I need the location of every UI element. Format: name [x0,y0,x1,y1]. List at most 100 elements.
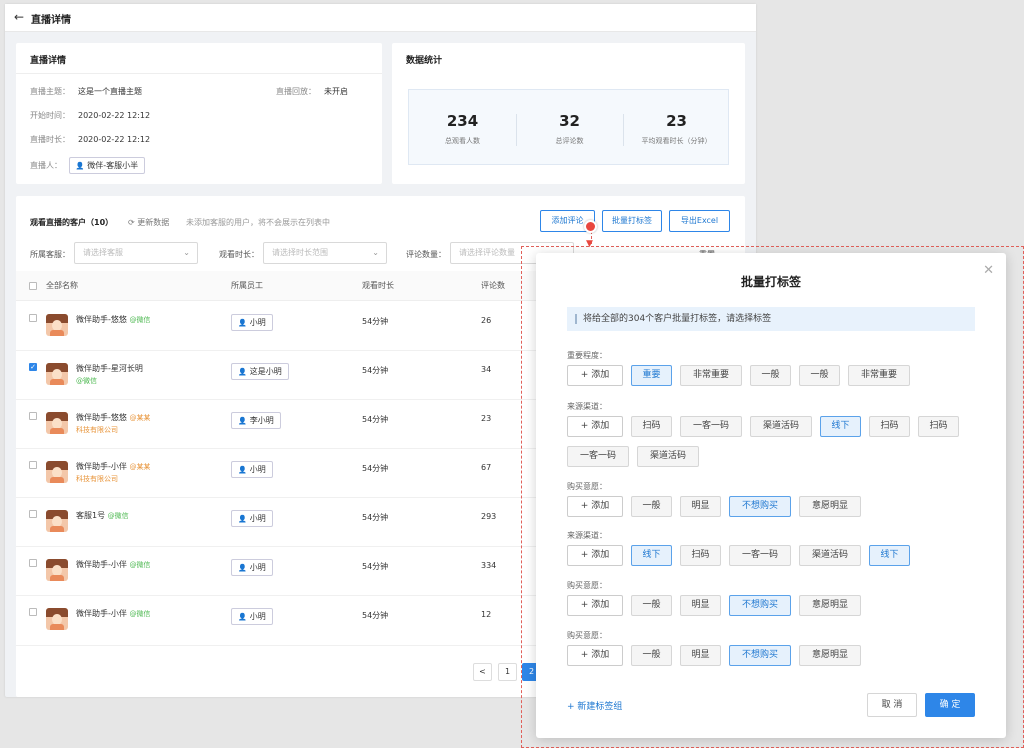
avatar [46,412,68,434]
tag-option[interactable]: 明显 [680,496,721,517]
watch-time: 54分钟 [362,366,389,375]
comment-count: 26 [481,316,492,325]
back-arrow-icon[interactable]: ← [14,10,24,24]
column-header-staff: 所属员工 [231,281,263,290]
staff-chip: 👤 李小明 [231,412,281,429]
watch-time: 54分钟 [362,611,389,620]
divider [16,73,382,74]
avatar [46,559,68,581]
replay-field: 直播回放： 未开启 [276,87,348,96]
customer-name: 微伴助手-小伴 @微信 [76,560,151,569]
avatar [46,510,68,532]
page-1-button[interactable]: 1 [498,663,517,681]
refresh-icon: ⟳ [128,218,135,227]
person-icon: 👤 [238,466,247,474]
select-all-checkbox[interactable] [29,282,37,290]
customer-name: 微伴助手-星河长明 @微信 [76,364,143,385]
person-icon: 👤 [238,319,247,327]
watch-time: 54分钟 [362,415,389,424]
tag-option[interactable]: 一般 [750,365,791,386]
tag-option[interactable]: 一客一码 [680,416,742,437]
avatar [46,608,68,630]
chevron-down-icon: ⌄ [372,248,379,257]
time-select[interactable]: 请选择时长范围 ⌄ [263,242,387,264]
tag-option[interactable]: 渠道活码 [750,416,812,437]
tag-option[interactable]: 意愿明显 [799,645,861,666]
row-checkbox[interactable] [29,314,37,322]
row-checkbox[interactable] [29,608,37,616]
column-header-comments: 评论数 [481,281,505,290]
customer-source-tag: @微信 [76,377,97,385]
confirm-button[interactable]: 确 定 [925,693,975,717]
person-icon: 👤 [75,162,85,170]
staff-chip: 👤 小明 [231,314,273,331]
annotation-arrow-icon: ▼ [586,239,593,249]
customer-source-tag: @微信 [129,610,151,618]
tag-option[interactable]: 扫码 [680,545,721,566]
tag-option[interactable]: 重要 [631,365,672,386]
tag-option[interactable]: 不想购买 [729,496,791,517]
comment-count: 334 [481,561,497,570]
add-tag-button[interactable]: + 添加 [567,416,623,437]
refresh-link[interactable]: ⟳ 更新数据 [128,217,169,228]
tag-option[interactable]: 明显 [680,645,721,666]
cancel-button[interactable]: 取 消 [867,693,917,717]
tag-option[interactable]: 扫码 [631,416,672,437]
comment-filter-label: 评论数量： [406,250,446,259]
stat-total-viewers: 234 总观看人数 [445,112,480,145]
tag-option[interactable]: 不想购买 [729,645,791,666]
row-checkbox[interactable] [29,461,37,469]
tag-option[interactable]: 扫码 [918,416,959,437]
tag-option[interactable]: 非常重要 [848,365,910,386]
stat-total-comments: 32 总评论数 [555,112,584,145]
row-checkbox[interactable]: ✓ [29,363,37,371]
comment-count: 293 [481,512,497,521]
staff-select[interactable]: 请选择客服 ⌄ [74,242,198,264]
person-icon: 👤 [238,368,247,376]
tag-option[interactable]: 线下 [820,416,861,437]
tag-option[interactable]: 渠道活码 [637,446,699,467]
tag-option[interactable]: 不想购买 [729,595,791,616]
batch-tag-button[interactable]: 批量打标签 [602,210,662,232]
add-tag-button[interactable]: + 添加 [567,365,623,386]
close-icon[interactable]: ✕ [983,263,994,278]
tag-option[interactable]: 一般 [631,645,672,666]
start-time-field: 开始时间： 2020-02-22 12:12 [30,111,151,120]
row-checkbox[interactable] [29,559,37,567]
person-icon: 👤 [238,564,247,572]
prev-page-button[interactable]: < [473,663,492,681]
tag-option[interactable]: 明显 [680,595,721,616]
tag-option[interactable]: 线下 [869,545,910,566]
watch-time: 54分钟 [362,317,389,326]
comment-count: 67 [481,463,492,472]
tag-option[interactable]: 意愿明显 [799,595,861,616]
customers-note: 未添加客服的用户，将不会展示在列表中 [186,218,330,227]
detail-card-title: 直播详情 [30,56,67,66]
add-tag-button[interactable]: + 添加 [567,496,623,517]
tag-option[interactable]: 一般 [631,496,672,517]
customer-source-tag: @微信 [129,561,151,569]
topic-field: 直播主题： 这是一个直播主题 [30,87,142,96]
new-tag-group-link[interactable]: + 新建标签组 [567,699,622,712]
tag-option[interactable]: 一客一码 [729,545,791,566]
tag-option[interactable]: 扫码 [869,416,910,437]
add-tag-button[interactable]: + 添加 [567,545,623,566]
avatar [46,363,68,385]
add-tag-button[interactable]: + 添加 [567,595,623,616]
tag-option[interactable]: 一般 [631,595,672,616]
tag-option[interactable]: 意愿明显 [799,496,861,517]
tag-option[interactable]: 线下 [631,545,672,566]
row-checkbox[interactable] [29,510,37,518]
tag-option[interactable]: 一客一码 [567,446,629,467]
add-tag-button[interactable]: + 添加 [567,645,623,666]
customer-name: 客服1号 @微信 [76,511,129,520]
comment-count: 12 [481,610,492,619]
export-excel-button[interactable]: 导出Excel [669,210,730,232]
tag-option[interactable]: 渠道活码 [799,545,861,566]
row-checkbox[interactable] [29,412,37,420]
tag-option[interactable]: 一般 [799,365,840,386]
tag-option[interactable]: 非常重要 [680,365,742,386]
tag-group-label: 来源渠道： [567,531,607,540]
modal-notice: 将给全部的304个客户批量打标签，请选择标签 [567,307,975,331]
staff-chip: 👤 小明 [231,559,273,576]
